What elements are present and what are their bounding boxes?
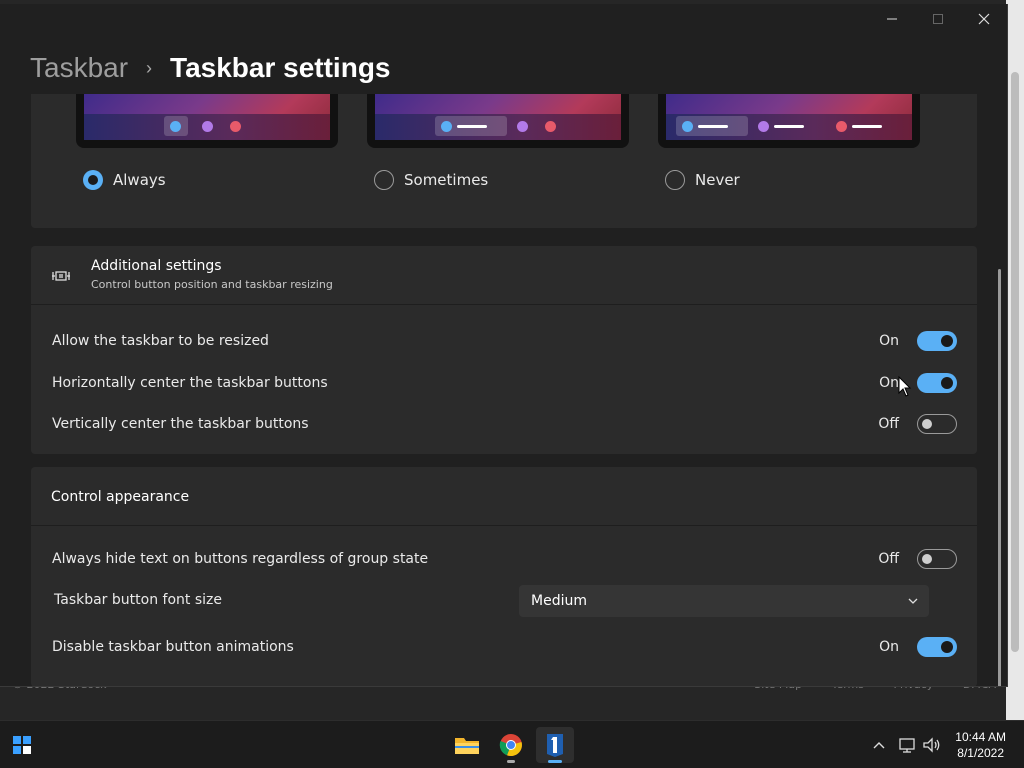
network-icon[interactable]: [898, 735, 916, 755]
setting-row-allow-resize: Allow the taskbar to be resized On: [52, 325, 957, 357]
content-scrollbar[interactable]: [998, 269, 1001, 686]
close-button[interactable]: [961, 4, 1007, 34]
setting-row-horizontal-center: Horizontally center the taskbar buttons …: [52, 367, 957, 399]
system-clock[interactable]: 10:44 AM 8/1/2022: [955, 729, 1006, 761]
toggle-state-text: On: [879, 333, 899, 349]
chevron-up-icon[interactable]: [872, 735, 886, 755]
breadcrumb-taskbar[interactable]: Taskbar: [30, 52, 128, 84]
windows-start-icon[interactable]: [12, 735, 32, 755]
control-appearance-title: Control appearance: [51, 489, 190, 505]
setting-row-font-size: Taskbar button font size: [54, 584, 514, 616]
font-size-dropdown[interactable]: Medium: [519, 585, 929, 617]
radio-label-never: Never: [695, 171, 740, 189]
additional-settings-header[interactable]: Additional settings Control button posit…: [31, 246, 977, 305]
setting-label: Vertically center the taskbar buttons: [52, 416, 309, 432]
setting-row-vertical-center: Vertically center the taskbar buttons Of…: [52, 408, 957, 440]
setting-label: Allow the taskbar to be resized: [52, 333, 269, 349]
hide-text-toggle[interactable]: [917, 549, 957, 569]
additional-settings-card: Additional settings Control button posit…: [31, 246, 977, 454]
preview-never: [658, 94, 920, 148]
setting-row-hide-text: Always hide text on buttons regardless o…: [52, 543, 957, 575]
setting-label: Horizontally center the taskbar buttons: [52, 375, 328, 391]
control-appearance-card: Control appearance Always hide text on b…: [31, 467, 977, 686]
taskbar-start11[interactable]: [536, 727, 574, 763]
mouse-cursor-icon: [898, 376, 912, 397]
radio-button[interactable]: [665, 170, 685, 190]
setting-label: Taskbar button font size: [54, 592, 222, 608]
radio-label-sometimes: Sometimes: [404, 171, 489, 189]
radio-button-selected[interactable]: [83, 170, 103, 190]
disable-animations-toggle[interactable]: [917, 637, 957, 657]
close-icon: [978, 13, 990, 25]
radio-button[interactable]: [374, 170, 394, 190]
file-explorer-icon: [455, 738, 479, 754]
dropdown-value: Medium: [531, 593, 587, 609]
clock-time: 10:44 AM: [955, 730, 1006, 744]
windows-taskbar: 10:44 AM 8/1/2022: [0, 720, 1024, 768]
page-scrollbar-thumb[interactable]: [1011, 72, 1019, 652]
radio-sometimes[interactable]: Sometimes: [374, 170, 488, 190]
radio-never[interactable]: Never: [665, 170, 740, 190]
horizontal-center-toggle[interactable]: [917, 373, 957, 393]
taskbar-file-explorer[interactable]: [448, 727, 486, 763]
combine-buttons-card: Always Sometimes Never: [31, 94, 977, 228]
breadcrumb-separator-icon: ›: [146, 57, 153, 78]
toggle-state-text: On: [879, 639, 899, 655]
vertical-center-toggle[interactable]: [917, 414, 957, 434]
maximize-button[interactable]: [915, 4, 961, 34]
start11-icon: [547, 734, 563, 757]
radio-label-always: Always: [113, 171, 166, 189]
radio-always[interactable]: Always: [83, 170, 166, 190]
additional-settings-title: Additional settings: [91, 258, 222, 274]
settings-window: Taskbar › Taskbar settings Always Someti…: [0, 4, 1008, 687]
maximize-icon: [933, 14, 943, 24]
setting-row-disable-animations: Disable taskbar button animations On: [52, 631, 957, 663]
active-indicator: [548, 760, 562, 763]
toggle-state-text: Off: [878, 416, 899, 432]
allow-resize-toggle[interactable]: [917, 331, 957, 351]
page-title: Taskbar settings: [170, 52, 391, 83]
running-indicator: [507, 760, 515, 763]
resize-icon: [52, 271, 70, 281]
setting-label: Always hide text on buttons regardless o…: [52, 551, 429, 567]
setting-label: Disable taskbar button animations: [52, 639, 294, 655]
page-scrollbar[interactable]: [1006, 0, 1024, 720]
control-appearance-header: Control appearance: [31, 467, 977, 526]
toggle-state-text: On: [879, 375, 899, 391]
taskbar-chrome[interactable]: [492, 727, 530, 763]
additional-settings-subtitle: Control button position and taskbar resi…: [91, 278, 333, 291]
minimize-button[interactable]: [869, 4, 915, 34]
toggle-state-text: Off: [878, 551, 899, 567]
clock-date: 8/1/2022: [957, 746, 1004, 760]
chrome-icon: [499, 734, 522, 757]
chevron-down-icon: [908, 598, 918, 604]
volume-icon[interactable]: [922, 735, 942, 755]
preview-always: [76, 94, 338, 148]
window-caption-buttons: [869, 4, 1007, 34]
preview-sometimes: [367, 94, 629, 148]
breadcrumb: Taskbar › Taskbar settings: [30, 52, 391, 84]
minimize-icon: [887, 18, 897, 20]
settings-content[interactable]: Always Sometimes Never Additional settin…: [0, 94, 1007, 686]
